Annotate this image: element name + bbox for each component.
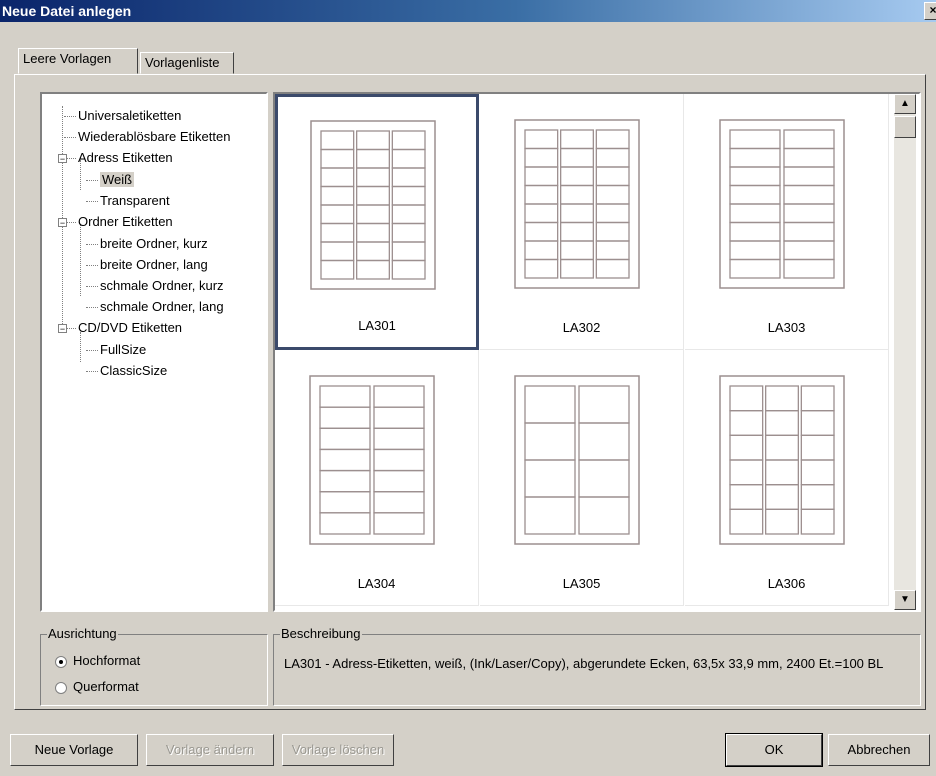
radio-label: Querformat bbox=[73, 679, 139, 694]
label-sheet-preview bbox=[719, 119, 845, 289]
edit-template-button[interactable]: Vorlage ändern bbox=[146, 734, 274, 766]
tree-connector bbox=[86, 201, 98, 202]
scroll-up-button[interactable]: ▲ bbox=[894, 94, 916, 114]
tree-connector bbox=[86, 371, 98, 372]
tree-connector bbox=[86, 180, 98, 181]
radio-checked-icon bbox=[55, 655, 67, 668]
sheet-outline bbox=[309, 375, 435, 545]
new-template-button[interactable]: Neue Vorlage bbox=[10, 734, 138, 766]
delete-template-button[interactable]: Vorlage löschen bbox=[282, 734, 394, 766]
template-grid[interactable]: LA301 LA302 LA303 LA304 LA305 LA306 bbox=[273, 92, 921, 612]
tree-connector bbox=[64, 116, 76, 117]
radio-hochformat[interactable]: Hochformat bbox=[55, 653, 140, 668]
tree-item[interactable]: schmale Ordner, kurz bbox=[100, 278, 224, 293]
tree-connector bbox=[80, 332, 81, 362]
template-tile[interactable]: LA302 bbox=[480, 94, 684, 350]
tree-item[interactable]: CD/DVD Etiketten bbox=[78, 320, 182, 335]
collapse-icon[interactable]: − bbox=[58, 154, 67, 164]
radio-label: Hochformat bbox=[73, 653, 141, 668]
tree-connector bbox=[80, 224, 81, 296]
tree-item[interactable]: FullSize bbox=[100, 342, 146, 357]
radio-unchecked-icon bbox=[55, 681, 67, 694]
radio-querformat[interactable]: Querformat bbox=[55, 679, 139, 694]
collapse-icon[interactable]: − bbox=[58, 218, 67, 228]
tree-connector bbox=[86, 244, 98, 245]
tree-item-label: schmale Ordner, kurz bbox=[100, 278, 224, 293]
tree-item[interactable]: Universaletiketten bbox=[78, 108, 181, 123]
tree-connector bbox=[62, 106, 63, 326]
category-tree[interactable]: Universaletiketten Wiederablösbare Etiket… bbox=[40, 92, 268, 612]
tree-item[interactable]: Transparent bbox=[100, 193, 170, 208]
template-name: LA303 bbox=[767, 320, 806, 335]
template-name: LA304 bbox=[357, 576, 396, 591]
vertical-scrollbar[interactable]: ▲ ▼ bbox=[894, 94, 916, 610]
label-sheet-preview bbox=[310, 120, 436, 290]
template-name: LA306 bbox=[767, 576, 806, 591]
tree-item[interactable]: Adress Etiketten bbox=[78, 150, 173, 165]
tree-item-label: CD/DVD Etiketten bbox=[78, 320, 183, 335]
orientation-group: Ausrichtung Hochformat Querformat bbox=[40, 626, 268, 706]
title-bar: Neue Datei anlegen × bbox=[0, 0, 936, 22]
scroll-thumb[interactable] bbox=[894, 116, 916, 138]
description-legend: Beschreibung bbox=[280, 626, 362, 641]
label-sheet-preview bbox=[309, 375, 435, 545]
tree-item-label: ClassicSize bbox=[100, 363, 168, 378]
tree-item-label: schmale Ordner, lang bbox=[100, 299, 224, 314]
tree-item-label: breite Ordner, kurz bbox=[100, 236, 208, 251]
tree-item[interactable]: Wiederablösbare Etiketten bbox=[78, 129, 230, 144]
template-tile[interactable]: LA306 bbox=[685, 350, 889, 606]
tree-item[interactable]: breite Ordner, lang bbox=[100, 257, 208, 272]
tree-item-label: Universaletiketten bbox=[78, 108, 182, 123]
tree-connector bbox=[86, 265, 98, 266]
collapse-icon[interactable]: − bbox=[58, 324, 67, 334]
tree-item-label: Ordner Etiketten bbox=[78, 214, 173, 229]
label-sheet-preview bbox=[514, 119, 640, 289]
tab-vorlagenliste[interactable]: Vorlagenliste bbox=[140, 52, 234, 74]
template-name: LA305 bbox=[562, 576, 601, 591]
tree-item-label: FullSize bbox=[100, 342, 147, 357]
orientation-legend: Ausrichtung bbox=[47, 626, 118, 641]
template-tile[interactable]: LA304 bbox=[275, 350, 479, 606]
tree-connector bbox=[86, 307, 98, 308]
ok-button[interactable]: OK bbox=[725, 733, 823, 767]
tree-item-label: Weiß bbox=[100, 172, 135, 187]
cancel-button[interactable]: Abbrechen bbox=[828, 734, 930, 766]
tree-item-label: Wiederablösbare Etiketten bbox=[78, 129, 231, 144]
tree-item[interactable]: Weiß bbox=[100, 172, 135, 187]
tree-item-label: Transparent bbox=[100, 193, 170, 208]
tree-connector bbox=[64, 137, 76, 138]
tree-item[interactable]: breite Ordner, kurz bbox=[100, 236, 208, 251]
template-tile[interactable]: LA301 bbox=[275, 94, 479, 350]
label-sheet-preview bbox=[719, 375, 845, 545]
tree-item[interactable]: Ordner Etiketten bbox=[78, 214, 173, 229]
template-tile[interactable]: LA305 bbox=[480, 350, 684, 606]
template-name: LA301 bbox=[358, 318, 396, 333]
tree-connector bbox=[86, 286, 98, 287]
tree-connector bbox=[86, 350, 98, 351]
tree-item[interactable]: schmale Ordner, lang bbox=[100, 299, 224, 314]
close-icon[interactable]: × bbox=[924, 2, 936, 20]
label-sheet-preview bbox=[514, 375, 640, 545]
tree-item-label: breite Ordner, lang bbox=[100, 257, 208, 272]
template-name: LA302 bbox=[562, 320, 601, 335]
scroll-down-button[interactable]: ▼ bbox=[894, 590, 916, 610]
description-text: LA301 - Adress-Etiketten, weiß, (Ink/Las… bbox=[284, 656, 884, 671]
tab-leere-vorlagen[interactable]: Leere Vorlagen bbox=[18, 48, 138, 74]
tree-item[interactable]: ClassicSize bbox=[100, 363, 167, 378]
template-tile[interactable]: LA303 bbox=[685, 94, 889, 350]
tree-item-label: Adress Etiketten bbox=[78, 150, 173, 165]
window-title: Neue Datei anlegen bbox=[2, 3, 132, 19]
